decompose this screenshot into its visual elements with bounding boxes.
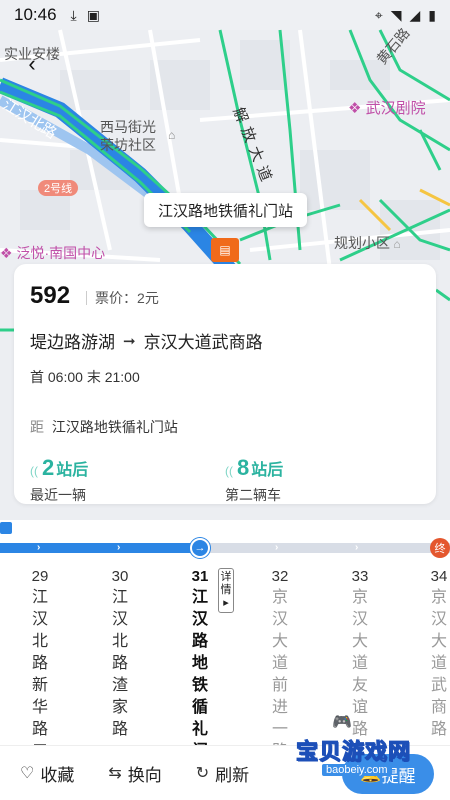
distance-row[interactable]: 距 江汉路地铁循礼门站 <box>30 417 420 437</box>
status-time: 10:46 <box>14 5 57 24</box>
arrival-count: 2 <box>42 455 55 480</box>
arrival-count: 8 <box>237 455 250 480</box>
bus-stop-marker-icon[interactable]: ▤ <box>211 238 239 262</box>
stop-item[interactable]: 30 江汉北路渣家路 <box>109 568 131 741</box>
download-icon: ⤓ <box>70 6 77 23</box>
arrival-second: (( 8 站后 第二辆车 <box>225 455 420 505</box>
progress-passed <box>0 543 200 553</box>
watermark-title: 宝贝游戏网 <box>295 739 412 765</box>
current-stop-marker-icon: → <box>190 538 210 558</box>
stop-name: 江汉北路渣家路 <box>111 589 128 738</box>
arrivals: (( 2 站后 最近一辆 (( 8 站后 第二辆车 <box>30 455 420 505</box>
theater-icon: ❖ <box>348 100 366 117</box>
status-right-icons: ⌖ ◥ ◢ ▮ <box>375 7 436 24</box>
favorite-button[interactable]: ♡ 收藏 <box>20 761 74 786</box>
refresh-button[interactable]: ↻ 刷新 <box>196 761 249 786</box>
app-notification-icon: ▣ <box>86 6 100 23</box>
status-bar: 10:46 ⤓ ▣ ⌖ ◥ ◢ ▮ <box>0 0 450 30</box>
distance-station: 江汉路地铁循礼门站 <box>51 419 178 435</box>
chevron-right-icon: › <box>37 542 41 553</box>
route-direction: 堤边路游湖 ➞ 京汉大道武商路 <box>30 328 420 353</box>
fanyue-poi[interactable]: ❖ 泛悦·南国中心 <box>0 243 105 263</box>
stop-name: 江汉路地铁循礼门 <box>191 589 208 745</box>
switch-direction-button[interactable]: ⇆ 换向 <box>108 761 161 786</box>
origin-station: 堤边路游湖 <box>30 333 115 352</box>
location-icon: ⌖ <box>374 6 383 23</box>
live-signal-icon: (( <box>225 464 233 478</box>
detail-button[interactable]: 详情 ▸ <box>218 568 234 613</box>
stop-number: 33 <box>351 568 369 585</box>
route-info-card: 592 票价：2元 堤边路游湖 ➞ 京汉大道武商路 首 06:00 末 21:0… <box>14 264 436 504</box>
distance-prefix: 距 <box>30 419 44 435</box>
community-icon: ⌂ <box>390 237 401 251</box>
caret-right-icon: ▸ <box>223 597 229 609</box>
heart-icon: ♡ <box>20 765 35 782</box>
watermark-url: baobeiy.com <box>322 764 392 776</box>
stop-number: 29 <box>31 568 49 585</box>
map-label-guihua: 规划小区 ⌂ <box>334 235 401 251</box>
stop-number: 30 <box>111 568 129 585</box>
refresh-icon: ↻ <box>195 765 210 782</box>
stop-item[interactable]: 29 江汉北路新华路口 <box>29 568 51 745</box>
arrival-label: 最近一辆 <box>30 487 86 503</box>
swap-icon: ⇆ <box>108 765 122 782</box>
chevron-left-icon: ‹ <box>28 51 36 76</box>
arrival-unit: 站后 <box>56 462 89 479</box>
chevron-right-icon: › <box>117 542 121 553</box>
arrival-unit: 站后 <box>251 462 284 479</box>
stop-number: 32 <box>271 568 289 585</box>
route-header: 592 票价：2元 <box>30 282 420 310</box>
chevron-right-icon: › <box>275 542 279 553</box>
signal-icon: ◢ <box>409 6 421 23</box>
bus-position-icon <box>0 522 12 534</box>
mall-icon: ❖ <box>0 245 17 261</box>
service-hours: 首 06:00 末 21:00 <box>30 369 140 385</box>
arrival-first: (( 2 站后 最近一辆 <box>30 455 225 505</box>
terminal-station: 京汉大道武商路 <box>143 333 263 352</box>
theater-poi[interactable]: ❖ 武汉剧院 <box>348 97 426 118</box>
arrival-label: 第二辆车 <box>225 487 281 503</box>
route-number: 592 <box>30 282 71 309</box>
stop-name: 江汉北路新华路口 <box>31 589 48 745</box>
watermark: 🎮 宝贝游戏网 baobeiy.com <box>295 712 446 782</box>
fare-label: 票价：2元 <box>86 291 159 305</box>
map-label-ximajie: 西马街光 荣坊社区 <box>100 119 156 153</box>
chevron-right-icon: › <box>355 542 359 553</box>
stop-item-current[interactable]: 31 江汉路地铁循礼门 <box>189 568 211 745</box>
stop-item[interactable]: 32 京汉大道前进一路 <box>269 568 291 745</box>
battery-icon: ▮ <box>428 6 436 23</box>
gamepad-icon: 🎮 <box>332 714 352 731</box>
community-icon: ⌂ <box>168 128 176 142</box>
live-signal-icon: (( <box>30 464 38 478</box>
wifi-icon: ◥ <box>390 6 402 23</box>
stop-number: 34 <box>430 568 448 585</box>
direction-arrow-icon: ➞ <box>123 332 136 350</box>
stop-number: 31 <box>191 568 209 585</box>
terminal-marker-icon: 终 <box>430 538 450 558</box>
station-callout[interactable]: 江汉路地铁循礼门站 <box>144 193 308 227</box>
back-button[interactable]: ‹ <box>18 50 46 78</box>
metro-line-badge: 2号线 <box>38 180 79 196</box>
progress-remaining <box>200 543 450 553</box>
stop-name: 京汉大道前进一路 <box>271 589 288 745</box>
